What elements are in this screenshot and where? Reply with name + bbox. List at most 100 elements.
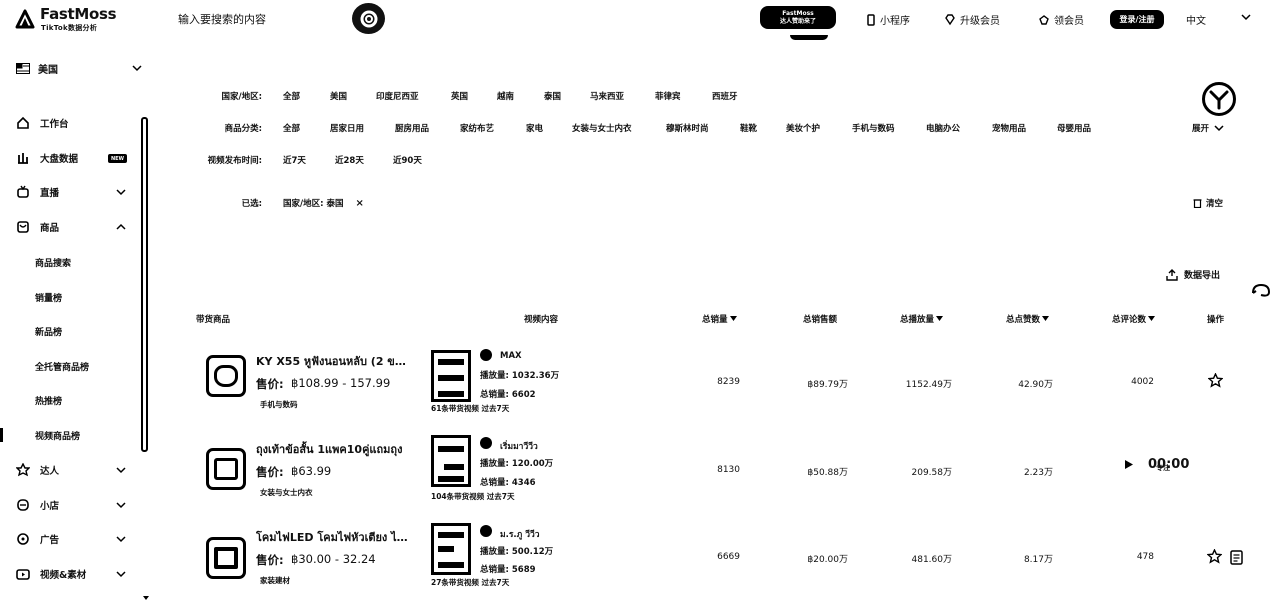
language-select[interactable]: 中文 [1186,12,1206,27]
product-thumbnail[interactable] [206,355,246,397]
category-option[interactable]: 美妆个护 [786,122,820,134]
country-option[interactable]: 美国 [330,90,347,102]
time-option[interactable]: 近7天 [283,154,306,166]
price-label: 售价: [256,377,284,391]
chevron-up-icon[interactable] [116,222,126,232]
top-bar: FastMoss TikTok数据分析 FastMoss 达人赞助来了 小程序 … [0,0,1280,40]
creator-avatar[interactable] [480,349,492,361]
chevron-down-icon[interactable] [1240,11,1252,23]
total-plays: 481.60万 [911,555,953,565]
chevron-down-icon[interactable] [116,187,126,197]
country-option[interactable]: 印度尼西亚 [376,90,419,102]
star-icon[interactable] [1207,549,1222,564]
video-note[interactable]: 104条带货视频 过去7天 [431,491,515,502]
document-icon[interactable] [1230,550,1243,565]
creator-name[interactable]: เริ่มมาวีวีว [500,439,538,453]
export-data-button[interactable]: 数据导出 [1166,268,1220,281]
category-option[interactable]: 电脑办公 [926,122,960,134]
video-sold: 总销量: 5689 [480,565,536,575]
country-option[interactable]: 菲律宾 [655,90,681,102]
clear-label: 清空 [1206,199,1224,209]
product-name[interactable]: ถุงเท้าข้อสั้น 1แพค10คู่แถมถุง [256,440,410,458]
creator-name[interactable]: MAX [500,351,522,361]
promo-badge[interactable]: FastMoss 达人赞助来了 [760,6,836,29]
category-option[interactable]: 宠物用品 [992,122,1026,134]
total-plays: 1152.49万 [905,380,952,390]
creator-avatar[interactable] [480,525,492,537]
category-option[interactable]: 鞋靴 [740,122,757,134]
table-row[interactable]: ถุงเท้าข้อสั้น 1แพค10คู่แถมถุง 售价: ฿63.9… [0,431,1280,519]
col-header-revenue[interactable]: 总销售额 [803,313,837,325]
total-revenue: ฿89.79万 [807,380,849,390]
clear-filters-button[interactable]: 清空 [1193,197,1223,209]
member-label: 领会员 [1054,16,1084,27]
video-thumbnail[interactable] [431,435,471,487]
upgrade-link[interactable]: 升级会员 [944,12,1000,27]
category-option[interactable]: 全部 [283,122,300,134]
table-row[interactable]: โคมไฟLED โคมไฟหัวเตียง ไร้สาย 售价: ฿30.00… [0,519,1280,607]
region-select[interactable]: 美国 [16,61,58,76]
member-link[interactable]: 领会员 [1038,12,1084,27]
product-price: ฿108.99 - 157.99 [291,376,391,390]
category-option[interactable]: 家纺布艺 [460,122,494,134]
close-icon[interactable]: × [355,198,363,209]
nav-item-products[interactable]: 商品 [16,220,59,234]
country-option[interactable]: 马来西亚 [590,90,624,102]
home-icon [17,116,29,129]
sub-item-product-search[interactable]: 商品搜索 [35,256,71,269]
sort-down-icon [1042,316,1050,321]
nav-item-workbench[interactable]: 工作台 [16,116,69,130]
gift-icon [1039,14,1049,25]
country-option[interactable]: 全部 [283,90,300,102]
sub-item-sales-rank[interactable]: 销量榜 [35,291,62,304]
col-header-likes[interactable]: 总点赞数 [1006,313,1050,325]
video-thumbnail[interactable] [431,523,471,575]
category-option[interactable]: 女装与女士内衣 [572,122,632,134]
category-option[interactable]: 厨房用品 [395,122,429,134]
nav-item-market-data[interactable]: 大盘数据 [16,151,78,165]
nav-item-live[interactable]: 直播 [16,185,59,199]
total-sales: 8130 [717,465,740,475]
col-header-sales[interactable]: 总销量 [702,313,737,325]
video-plays: 播放量: 500.12万 [480,547,554,557]
video-note[interactable]: 27条带货视频 过去7天 [431,577,509,588]
table-row[interactable]: KY X55 หูฟังนอนหลับ (2 ของแถม) 售价: ฿108.… [0,343,1280,431]
category-option[interactable]: 穆斯林时尚 [666,122,709,134]
play-icon[interactable] [1124,459,1134,470]
new-badge: NEW [108,154,127,163]
expand-categories-button[interactable]: 展开 [1192,122,1224,134]
time-option[interactable]: 近90天 [393,154,422,166]
category-option[interactable]: 手机与数码 [852,122,895,134]
product-thumbnail[interactable] [206,448,246,490]
login-button[interactable]: 登录/注册 [1110,10,1164,29]
chevron-down-icon[interactable] [132,63,142,73]
col-header-plays[interactable]: 总播放量 [900,313,944,325]
brand-name[interactable]: FastMoss [40,5,117,23]
category-option[interactable]: 家电 [526,122,543,134]
product-icon [17,221,29,233]
alibaba-cloud-icon[interactable] [1250,281,1272,299]
creator-name[interactable]: ม.ร.ภู วีวีว [500,527,540,541]
product-name[interactable]: KY X55 หูฟังนอนหลับ (2 ของแถม) [256,352,410,370]
sub-item-new-rank[interactable]: 新品榜 [35,325,62,338]
selected-label: 已选: [241,199,262,209]
search-button[interactable] [352,3,385,34]
selected-chip-text: 国家/地区: 泰国 [283,199,344,209]
country-option[interactable]: 西班牙 [712,90,738,102]
category-option[interactable]: 母婴用品 [1057,122,1091,134]
product-name[interactable]: โคมไฟLED โคมไฟหัวเตียง ไร้สาย [256,528,410,546]
selected-filter-chip: 国家/地区: 泰国 × [283,197,364,210]
mini-program-link[interactable]: 小程序 [866,12,910,27]
creator-avatar[interactable] [480,437,492,449]
col-header-comments[interactable]: 总评论数 [1112,313,1156,325]
search-input[interactable] [178,8,348,30]
video-note[interactable]: 61条带货视频 过去7天 [431,403,509,414]
video-thumbnail[interactable] [431,350,471,402]
star-icon[interactable] [1208,373,1223,388]
category-option[interactable]: 居家日用 [330,122,364,134]
time-option[interactable]: 近28天 [335,154,364,166]
country-option-selected[interactable]: 泰国 [544,90,561,102]
country-option[interactable]: 越南 [497,90,514,102]
country-option[interactable]: 英国 [451,90,468,102]
product-thumbnail[interactable] [206,537,246,579]
